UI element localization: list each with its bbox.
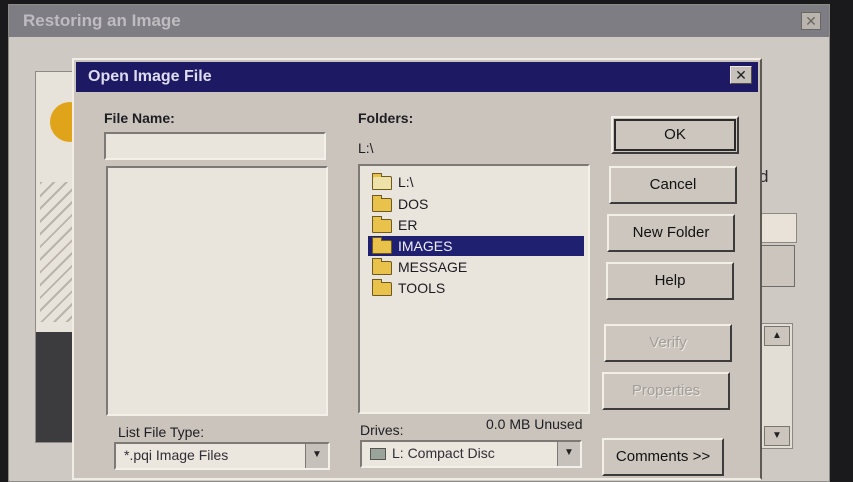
dialog-title: Open Image File (76, 62, 758, 92)
folder-item-dos[interactable]: DOS (368, 194, 584, 214)
ok-button[interactable]: OK (611, 116, 739, 154)
folder-icon (372, 195, 392, 212)
folder-label: IMAGES (398, 238, 453, 254)
folders-label: Folders: (358, 110, 414, 126)
cd-drive-icon (370, 448, 386, 461)
file-type-value: *.pqi Image Files (124, 447, 229, 463)
folder-icon (372, 279, 392, 296)
folder-icon (372, 216, 392, 233)
folder-label: ER (398, 217, 418, 233)
background-window-title: Restoring an Image (9, 5, 829, 37)
drive-select[interactable]: L: Compact Disc ▼ (360, 440, 582, 468)
file-name-label: File Name: (104, 110, 175, 126)
comments-button[interactable]: Comments >> (602, 438, 724, 476)
background-scrollbar[interactable]: ▲ ▼ (761, 323, 793, 449)
folder-item-tools[interactable]: TOOLS (368, 278, 584, 298)
chevron-down-icon[interactable]: ▼ (557, 442, 580, 466)
folder-icon (372, 237, 392, 254)
folder-item-images[interactable]: IMAGES (368, 236, 584, 256)
cancel-button[interactable]: Cancel (609, 166, 737, 204)
folders-list[interactable]: L:\ DOS ER IMAGES MESSAGE TOOLS (358, 164, 590, 414)
list-file-type-label: List File Type: (118, 424, 205, 440)
drive-value: L: Compact Disc (392, 445, 495, 461)
folder-label: L:\ (398, 174, 414, 190)
folder-item-root[interactable]: L:\ (368, 172, 584, 192)
open-folder-icon (372, 173, 392, 190)
chevron-down-icon[interactable]: ▼ (305, 444, 328, 468)
file-name-input[interactable] (104, 132, 326, 160)
folder-label: TOOLS (398, 280, 446, 296)
unused-space-text: 0.0 MB Unused (486, 416, 583, 432)
folder-label: MESSAGE (398, 259, 468, 275)
scroll-up-icon[interactable]: ▲ (764, 326, 790, 346)
new-folder-button[interactable]: New Folder (607, 214, 735, 252)
file-type-select[interactable]: *.pqi Image Files ▼ (114, 442, 330, 470)
dialog-close-icon[interactable]: ✕ (730, 66, 752, 84)
properties-button[interactable]: Properties (602, 372, 730, 410)
help-button[interactable]: Help (606, 262, 734, 300)
drives-label: Drives: (360, 422, 404, 438)
folder-label: DOS (398, 196, 429, 212)
current-path: L:\ (358, 140, 374, 156)
folder-item-message[interactable]: MESSAGE (368, 257, 584, 277)
scroll-down-icon[interactable]: ▼ (764, 426, 790, 446)
folder-icon (372, 258, 392, 275)
open-image-file-dialog: Open Image File ✕ File Name: Folders: L:… (72, 58, 762, 480)
verify-button[interactable]: Verify (604, 324, 732, 362)
background-close-icon[interactable]: ✕ (801, 12, 821, 30)
folder-item-er[interactable]: ER (368, 215, 584, 235)
file-list[interactable] (106, 166, 328, 416)
